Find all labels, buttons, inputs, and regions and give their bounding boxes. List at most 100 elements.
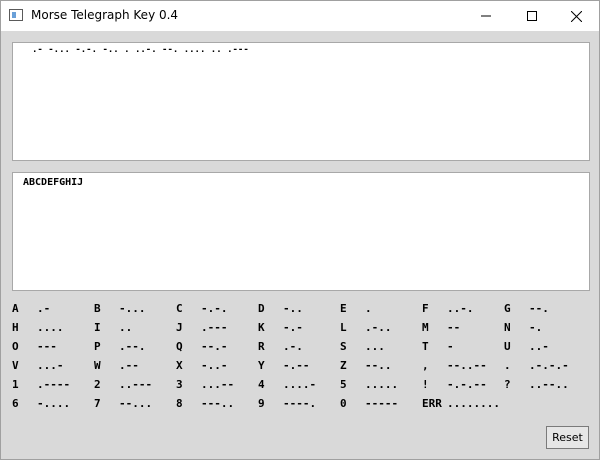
legend-code: - [447, 340, 454, 353]
legend-code: -.-- [283, 359, 310, 372]
legend-char: J [176, 321, 183, 334]
legend-entry: M -- [422, 318, 504, 337]
legend-entry: V ...- [12, 356, 94, 375]
legend-code: ... [365, 340, 385, 353]
legend-code: .-. [283, 340, 303, 353]
legend-entry: Y -.-- [258, 356, 340, 375]
legend-code: -.... [37, 397, 71, 410]
close-icon [570, 10, 582, 22]
legend-code: -.- [283, 321, 303, 334]
legend-code: ....- [283, 378, 317, 391]
legend-char: E [340, 302, 347, 315]
legend-code: .- [37, 302, 51, 315]
minimize-icon [481, 15, 491, 17]
legend-entry: P .--. [94, 337, 176, 356]
legend-code: -.-. [201, 302, 228, 315]
legend-code: --..-- [447, 359, 487, 372]
legend-entry: H.... [12, 318, 94, 337]
legend-char: U [504, 340, 511, 353]
legend-code: --.- [201, 340, 228, 353]
morse-code-legend: A .- B -... C -.-. D -.. E. F ..-. G --. H.... I.. J .--… [1, 299, 600, 419]
legend-code: -.-.-- [447, 378, 487, 391]
reset-button[interactable]: Reset [546, 426, 589, 449]
legend-entry: O --- [12, 337, 94, 356]
legend-code: -.. [283, 302, 303, 315]
legend-code: .--- [201, 321, 228, 334]
legend-char: Y [258, 359, 265, 372]
app-window: Morse Telegraph Key 0.4 .- -... -.-. -..… [0, 0, 600, 460]
window-title: Morse Telegraph Key 0.4 [31, 8, 179, 22]
legend-char: L [340, 321, 347, 334]
legend-char: , [422, 359, 429, 372]
close-button[interactable] [553, 1, 599, 31]
legend-char: H [12, 321, 19, 334]
legend-char: I [94, 321, 101, 334]
legend-char: 3 [176, 378, 183, 391]
maximize-button[interactable] [509, 1, 555, 31]
legend-char: M [422, 321, 429, 334]
legend-code: --.. [365, 359, 392, 372]
morse-output-box[interactable]: .- -... -.-. -.. . ..-. --. .... .. .--- [12, 42, 590, 161]
legend-entry: 1 .---- [12, 375, 94, 394]
legend-entry: ! -.-.-- [422, 375, 504, 394]
legend-char: Z [340, 359, 347, 372]
legend-entry: C -.-. [176, 299, 258, 318]
legend-entry: 5..... [340, 375, 422, 394]
legend-code: .--. [119, 340, 146, 353]
text-output-box[interactable]: ABCDEFGHIJ [12, 172, 590, 291]
legend-code: -... [119, 302, 146, 315]
legend-entry: G --. [504, 299, 586, 318]
legend-char: V [12, 359, 19, 372]
title-bar[interactable]: Morse Telegraph Key 0.4 [1, 1, 599, 31]
legend-entry: S... [340, 337, 422, 356]
legend-char: 9 [258, 397, 265, 410]
legend-char: P [94, 340, 101, 353]
legend-entry: J .--- [176, 318, 258, 337]
legend-char: B [94, 302, 101, 315]
legend-code: .... [37, 321, 64, 334]
legend-char: K [258, 321, 265, 334]
legend-code: ---.. [201, 397, 235, 410]
legend-char: A [12, 302, 19, 315]
legend-code: -..- [201, 359, 228, 372]
legend-entry: . .-.-.- [504, 356, 586, 375]
legend-code: ..- [529, 340, 549, 353]
legend-entry: 9 ----. [258, 394, 340, 413]
legend-code: -- [447, 321, 461, 334]
legend-entry: L .-.. [340, 318, 422, 337]
legend-entry: A .- [12, 299, 94, 318]
legend-entry: 2 ..--- [94, 375, 176, 394]
legend-code: .-- [119, 359, 139, 372]
legend-entry: R .-. [258, 337, 340, 356]
legend-char: C [176, 302, 183, 315]
legend-code: ..-. [447, 302, 474, 315]
legend-code: .. [119, 321, 133, 334]
legend-entry: X -..- [176, 356, 258, 375]
legend-char: X [176, 359, 183, 372]
legend-entry: Q --.- [176, 337, 258, 356]
legend-code: ..--.. [529, 378, 569, 391]
legend-char: O [12, 340, 19, 353]
legend-code: ...-- [201, 378, 235, 391]
legend-char: T [422, 340, 429, 353]
legend-char: N [504, 321, 511, 334]
legend-entry: , --..-- [422, 356, 504, 375]
legend-entry: 8 ---.. [176, 394, 258, 413]
legend-entry: Z --.. [340, 356, 422, 375]
morse-output-text: .- -... -.-. -.. . ..-. --. .... .. .--- [32, 45, 249, 55]
legend-entry: 6 -.... [12, 394, 94, 413]
legend-char: ! [422, 378, 429, 391]
legend-code: ----. [283, 397, 317, 410]
legend-entry: 4 ....- [258, 375, 340, 394]
legend-char: ERR [422, 397, 442, 410]
maximize-icon [527, 11, 537, 21]
legend-code: ----- [365, 397, 399, 410]
legend-char: 4 [258, 378, 265, 391]
legend-char: 6 [12, 397, 19, 410]
legend-code: --- [37, 340, 57, 353]
legend-code: --. [529, 302, 549, 315]
legend-char: W [94, 359, 101, 372]
minimize-button[interactable] [463, 1, 509, 31]
legend-code: ...- [37, 359, 64, 372]
legend-entry: U ..- [504, 337, 586, 356]
